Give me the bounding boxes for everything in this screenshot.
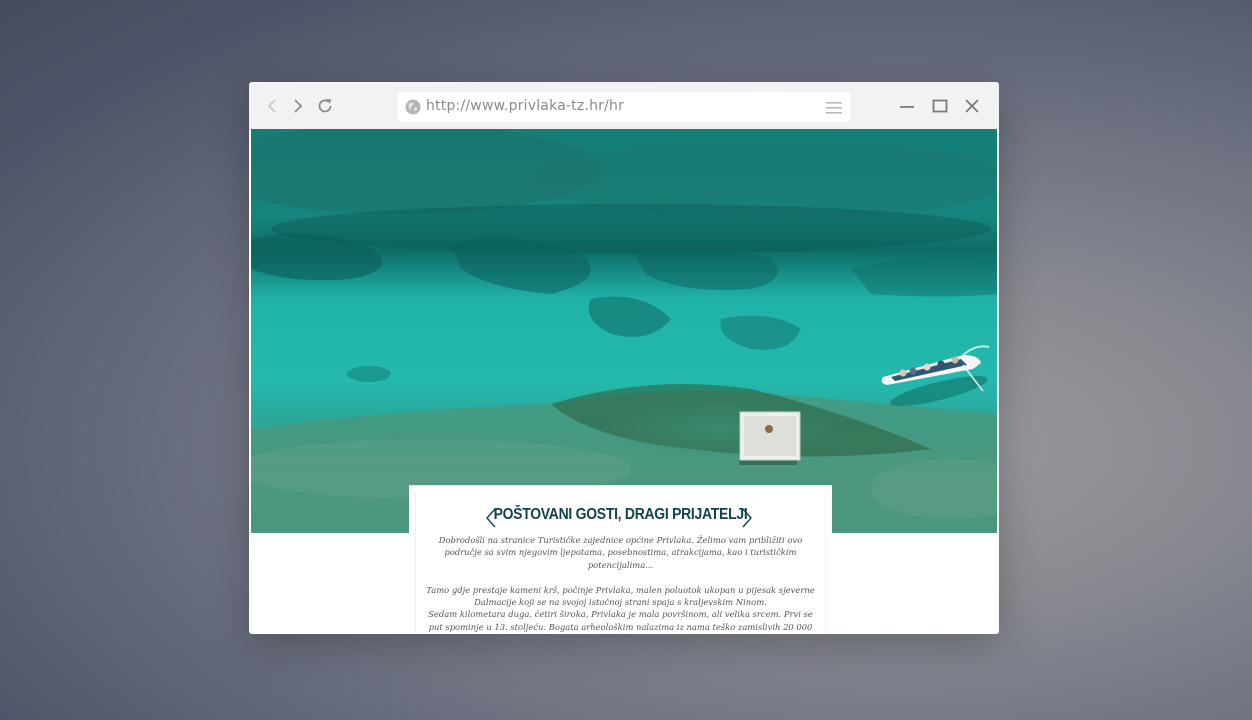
chevron-left-icon[interactable] [264, 97, 282, 115]
browser-window: http://www.privlaka-tz.hr/hr POŠTOVANI G… [249, 82, 999, 634]
welcome-paragraph: Sedam kilometara duga, četiri široka, Pr… [428, 609, 813, 632]
welcome-text: Dobrodošli na stranice Turističke zajedn… [423, 534, 818, 634]
welcome-paragraph: Tamo gdje prestaje kameni krš, počinje P… [426, 584, 815, 608]
welcome-card: POŠTOVANI GOSTI, DRAGI PRIJATELJI Dobrod… [409, 485, 832, 634]
welcome-paragraph: Dobrodošli na stranice Turističke zajedn… [438, 535, 803, 570]
maximize-icon[interactable] [931, 97, 949, 115]
hamburger-menu-icon[interactable] [826, 100, 842, 114]
chevron-right-icon[interactable] [741, 508, 753, 528]
close-icon[interactable] [963, 97, 981, 115]
globe-icon [405, 99, 421, 115]
minimize-icon[interactable] [898, 97, 916, 115]
url-text[interactable]: http://www.privlaka-tz.hr/hr [426, 98, 624, 114]
welcome-title: POŠTOVANI GOSTI, DRAGI PRIJATELJI [493, 506, 748, 523]
reload-icon[interactable] [316, 97, 334, 115]
chevron-right-icon[interactable] [289, 97, 307, 115]
hero-image [251, 129, 997, 533]
address-bar[interactable]: http://www.privlaka-tz.hr/hr [398, 92, 850, 122]
browser-toolbar: http://www.privlaka-tz.hr/hr [249, 82, 999, 129]
